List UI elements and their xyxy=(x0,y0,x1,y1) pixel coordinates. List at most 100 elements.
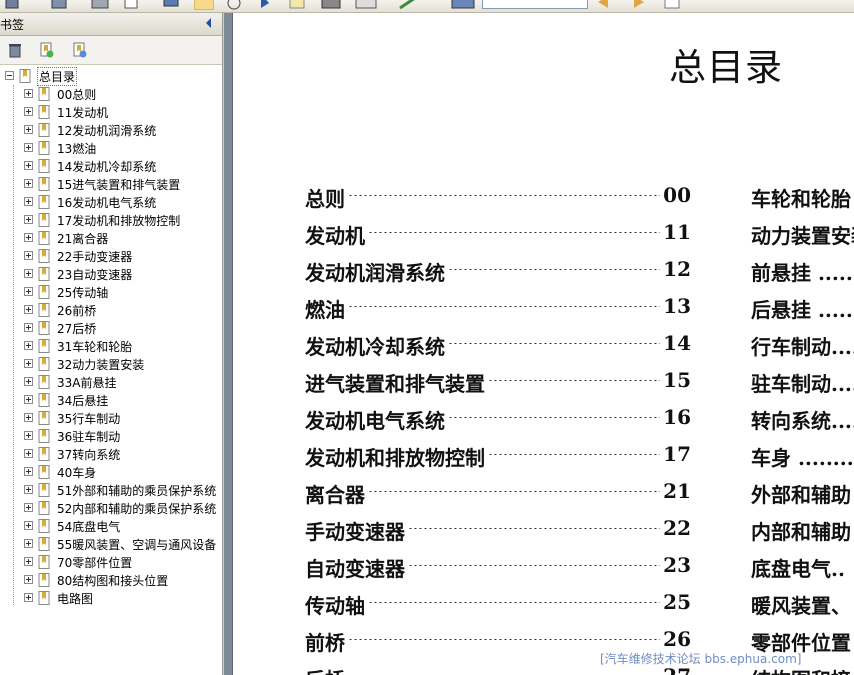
save-icon[interactable] xyxy=(4,0,20,10)
tree-node[interactable]: 00总则 xyxy=(0,85,222,103)
expand-node-icon[interactable] xyxy=(24,125,33,134)
tree-root-node[interactable]: 总目录 xyxy=(0,67,222,86)
back-arrow-icon[interactable] xyxy=(596,0,616,10)
expand-node-icon[interactable] xyxy=(24,377,33,386)
expand-node-icon[interactable] xyxy=(24,557,33,566)
new-bookmark-icon[interactable] xyxy=(38,42,54,58)
toc-entry[interactable]: 总则 00 xyxy=(305,183,691,217)
expand-node-icon[interactable] xyxy=(24,449,33,458)
tree-node[interactable]: 52内部和辅助的乘员保护系统 xyxy=(0,499,222,517)
tree-node[interactable]: 32动力装置安装 xyxy=(0,355,222,373)
tree-node[interactable]: 31车轮和轮胎 xyxy=(0,337,222,355)
expand-node-icon[interactable] xyxy=(24,89,33,98)
expand-node-icon[interactable] xyxy=(24,359,33,368)
monitor-icon[interactable] xyxy=(162,0,180,10)
tree-node[interactable]: 55暖风装置、空调与通风设备 xyxy=(0,535,222,553)
toc-entry[interactable]: 进气装置和排气装置 15 xyxy=(305,368,691,402)
toolbar-search-input[interactable] xyxy=(482,0,588,9)
expand-node-icon[interactable] xyxy=(24,341,33,350)
expand-node-icon[interactable] xyxy=(24,395,33,404)
tree-node[interactable]: 37转向系统 xyxy=(0,445,222,463)
expand-node-icon[interactable] xyxy=(24,539,33,548)
toc-entry-right[interactable]: 前悬挂 ........ xyxy=(751,257,854,291)
tree-node[interactable]: 15进气装置和排气装置 xyxy=(0,175,222,193)
tree-node[interactable]: 23自动变速器 xyxy=(0,265,222,283)
tree-node[interactable]: 12发动机润滑系统 xyxy=(0,121,222,139)
bookmark-properties-icon[interactable] xyxy=(71,42,87,58)
expand-node-icon[interactable] xyxy=(24,503,33,512)
pen-tool-icon[interactable] xyxy=(398,0,420,10)
expand-node-icon[interactable] xyxy=(24,251,33,260)
tree-node[interactable]: 电路图 xyxy=(0,589,222,607)
select-tool-icon[interactable] xyxy=(224,0,244,10)
expand-node-icon[interactable] xyxy=(24,413,33,422)
collapse-node-icon[interactable] xyxy=(5,71,14,80)
toc-entry[interactable]: 发动机电气系统 16 xyxy=(305,405,691,439)
toc-entry[interactable]: 燃油 13 xyxy=(305,294,691,328)
document-icon[interactable] xyxy=(122,0,140,10)
toc-entry[interactable]: 自动变速器 23 xyxy=(305,553,691,587)
expand-node-icon[interactable] xyxy=(24,233,33,242)
camera-icon[interactable] xyxy=(320,0,342,10)
tree-node[interactable]: 33A前悬挂 xyxy=(0,373,222,391)
tree-node[interactable]: 70零部件位置 xyxy=(0,553,222,571)
tree-node[interactable]: 51外部和辅助的乘员保护系统 xyxy=(0,481,222,499)
toc-entry-right[interactable]: 车身 .......... xyxy=(751,442,854,476)
expand-node-icon[interactable] xyxy=(24,269,33,278)
expand-node-icon[interactable] xyxy=(24,305,33,314)
tree-node[interactable]: 54底盘电气 xyxy=(0,517,222,535)
tree-node[interactable]: 17发动机和排放物控制 xyxy=(0,211,222,229)
expand-node-icon[interactable] xyxy=(24,161,33,170)
toc-entry-right[interactable]: 转向系统.......... xyxy=(751,405,854,439)
print-icon[interactable] xyxy=(90,0,110,10)
toc-entry[interactable]: 手动变速器 22 xyxy=(305,516,691,550)
tree-node[interactable]: 34后悬挂 xyxy=(0,391,222,409)
toc-entry-right[interactable]: 动力装置安装 xyxy=(751,220,854,254)
expand-node-icon[interactable] xyxy=(24,107,33,116)
tree-node[interactable]: 22手动变速器 xyxy=(0,247,222,265)
toc-entry-right[interactable]: 暖风装置、 xyxy=(751,590,854,624)
expand-node-icon[interactable] xyxy=(24,323,33,332)
collapse-panel-icon[interactable] xyxy=(206,18,211,28)
delete-bookmark-icon[interactable] xyxy=(7,42,23,58)
expand-node-icon[interactable] xyxy=(24,215,33,224)
panel-splitter[interactable] xyxy=(223,13,233,675)
expand-node-icon[interactable] xyxy=(24,575,33,584)
expand-node-icon[interactable] xyxy=(24,179,33,188)
tree-node[interactable]: 13燃油 xyxy=(0,139,222,157)
tree-node[interactable]: 26前桥 xyxy=(0,301,222,319)
toc-entry-right[interactable]: 驻车制动.......... xyxy=(751,368,854,402)
rms-icon[interactable] xyxy=(355,0,377,10)
expand-node-icon[interactable] xyxy=(24,287,33,296)
toc-entry[interactable]: 发动机和排放物控制 17 xyxy=(305,442,691,476)
tree-node[interactable]: 21离合器 xyxy=(0,229,222,247)
bookmark-tool-icon[interactable] xyxy=(450,0,476,10)
toc-entry[interactable]: 发动机冷却系统 14 xyxy=(305,331,691,365)
expand-node-icon[interactable] xyxy=(24,431,33,440)
toc-entry-right[interactable]: 外部和辅助 xyxy=(751,479,854,513)
toc-entry-right[interactable]: 底盘电气.. xyxy=(751,553,854,587)
tree-node[interactable]: 16发动机电气系统 xyxy=(0,193,222,211)
pointer-icon[interactable] xyxy=(258,0,272,10)
expand-node-icon[interactable] xyxy=(24,521,33,530)
toc-entry[interactable]: 离合器 21 xyxy=(305,479,691,513)
save-copy-icon[interactable] xyxy=(50,0,70,10)
expand-node-icon[interactable] xyxy=(24,143,33,152)
toc-entry-right[interactable]: 内部和辅助 xyxy=(751,516,854,550)
tree-node[interactable]: 36驻车制动 xyxy=(0,427,222,445)
toc-entry[interactable]: 传动轴 25 xyxy=(305,590,691,624)
toc-entry[interactable]: 发动机 11 xyxy=(305,220,691,254)
edit-page-icon[interactable] xyxy=(662,0,684,10)
tree-node[interactable]: 40车身 xyxy=(0,463,222,481)
expand-node-icon[interactable] xyxy=(24,197,33,206)
tree-node[interactable]: 80结构图和接头位置 xyxy=(0,571,222,589)
tree-node[interactable]: 35行车制动 xyxy=(0,409,222,427)
toc-entry-right[interactable]: 行车制动.......... xyxy=(751,331,854,365)
toc-entry-right[interactable]: 后悬挂 ........ xyxy=(751,294,854,328)
expand-node-icon[interactable] xyxy=(24,593,33,602)
forward-arrow-icon[interactable] xyxy=(626,0,648,10)
toc-entry[interactable]: 发动机润滑系统 12 xyxy=(305,257,691,291)
tree-node[interactable]: 11发动机 xyxy=(0,103,222,121)
expand-node-icon[interactable] xyxy=(24,467,33,476)
note-icon[interactable] xyxy=(288,0,306,10)
